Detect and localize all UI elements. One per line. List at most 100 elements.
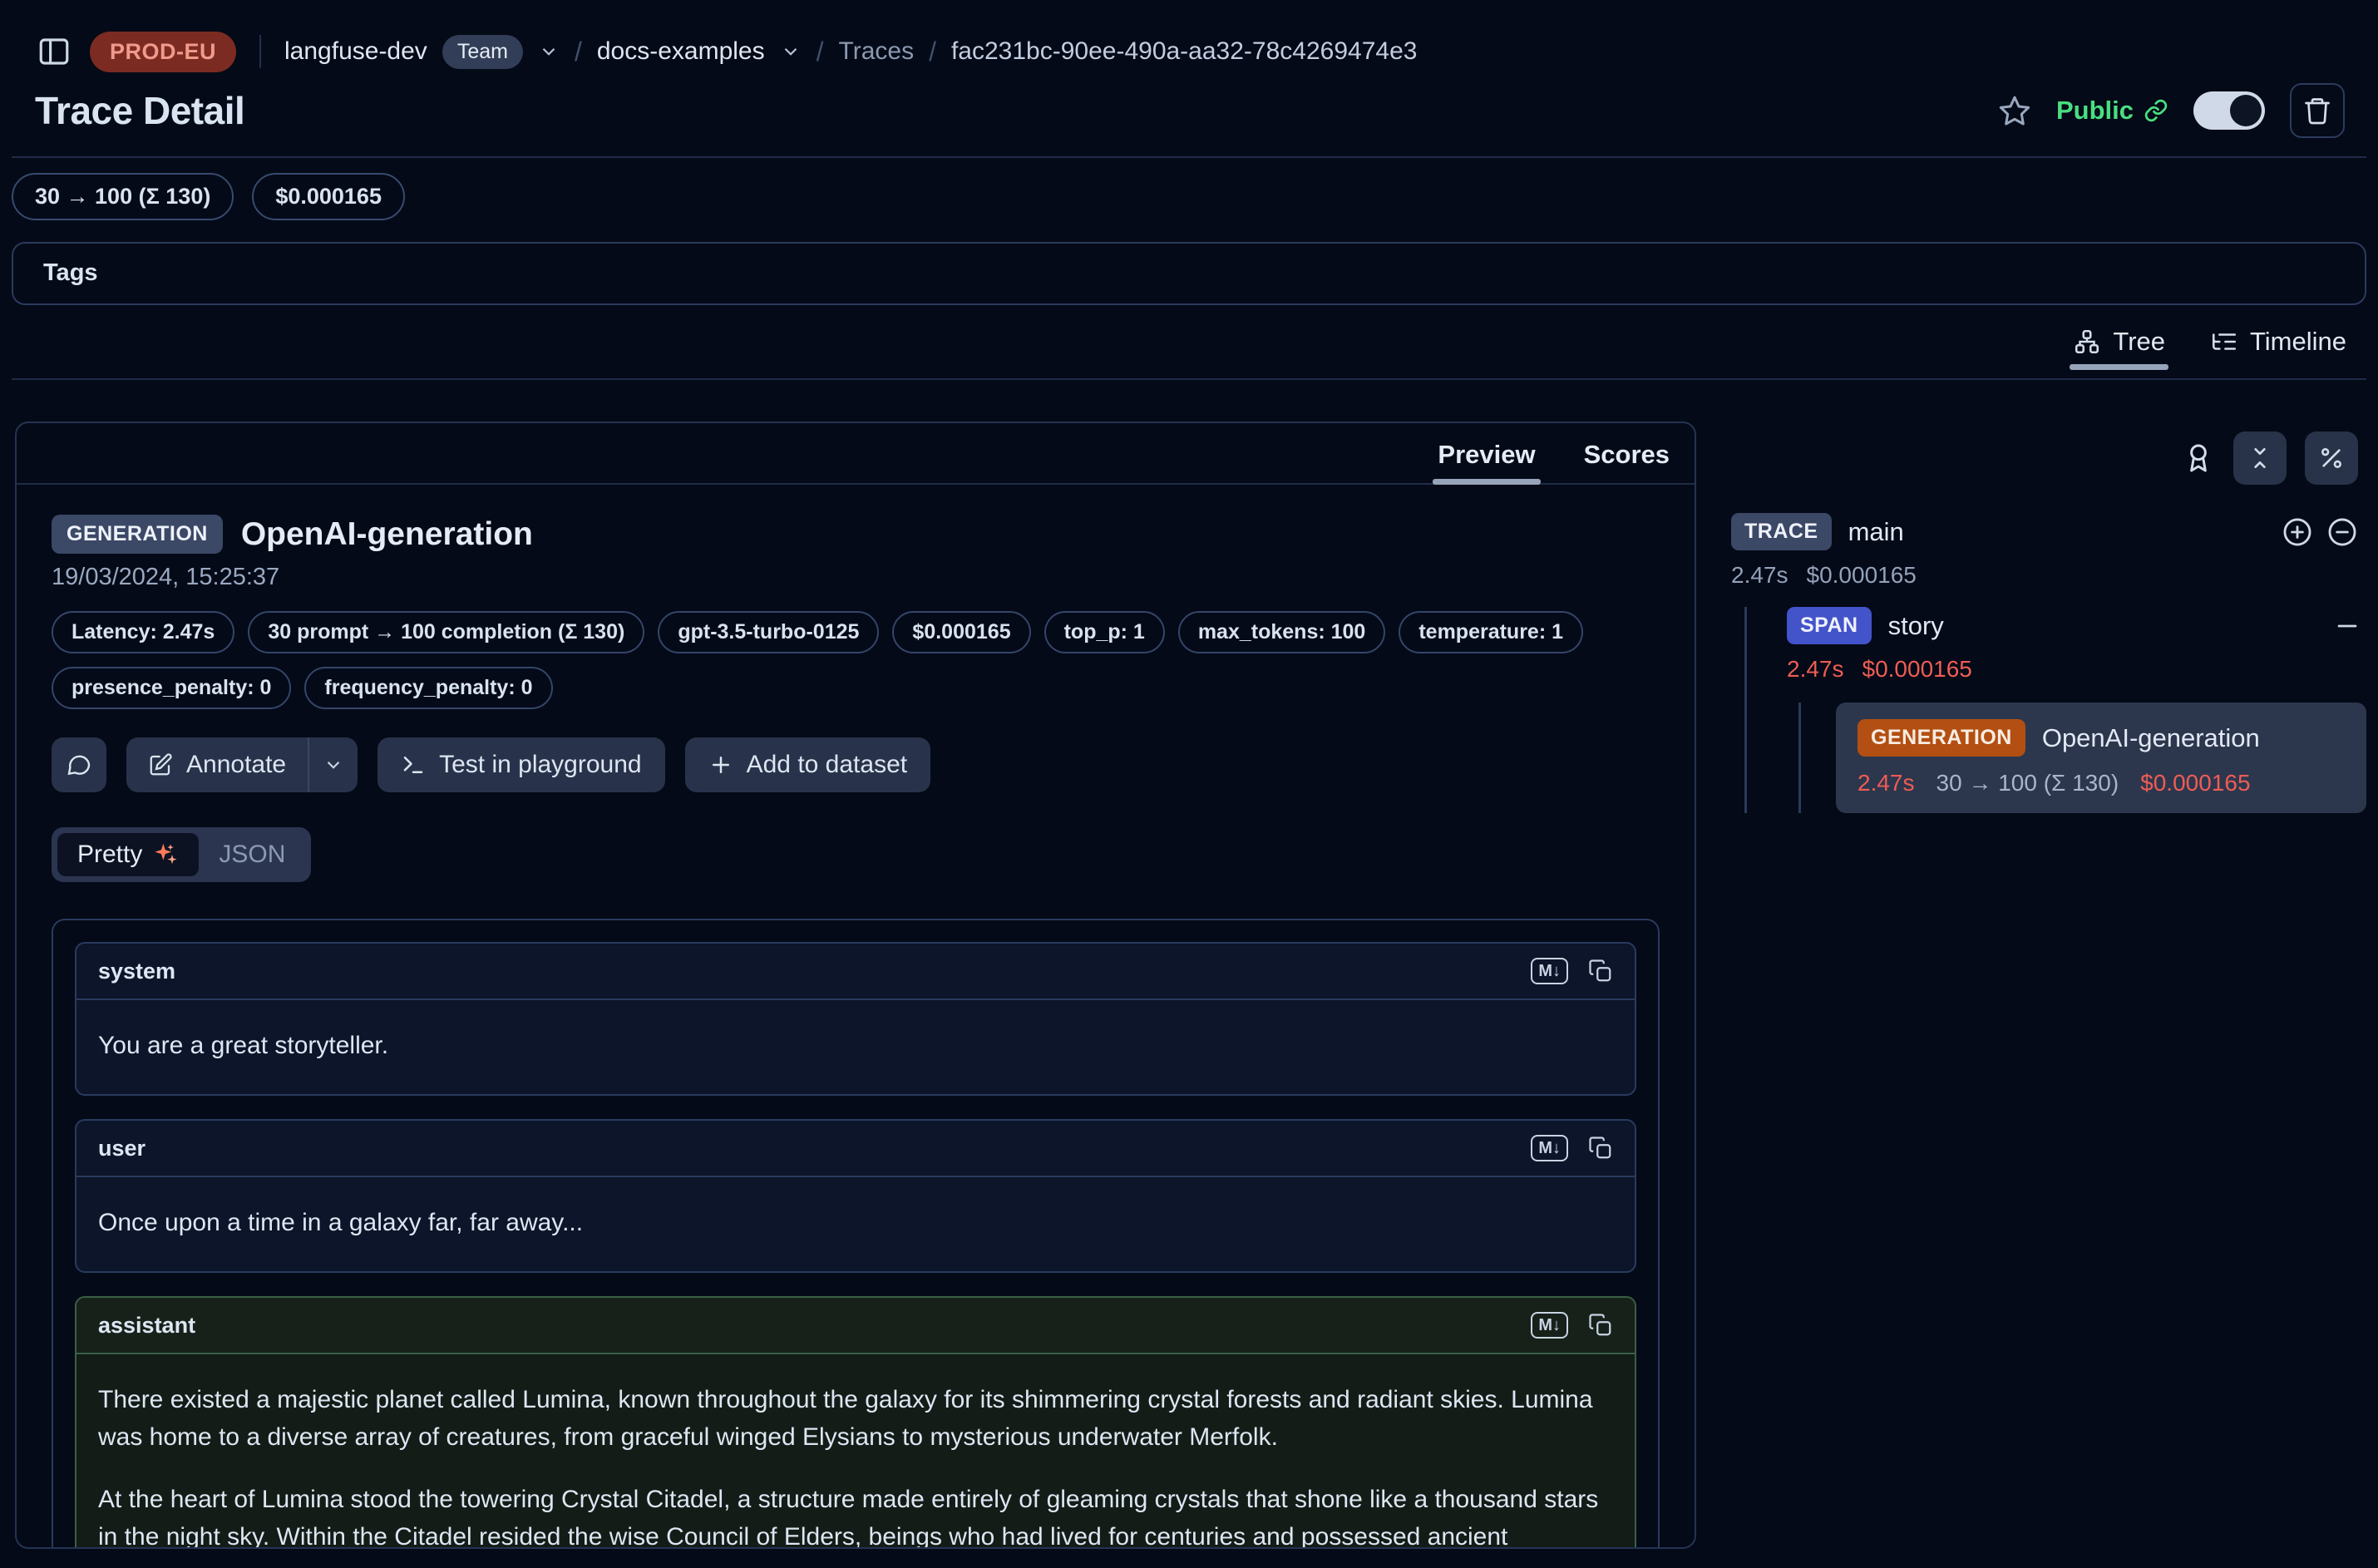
breadcrumb-org[interactable]: langfuse-dev bbox=[284, 37, 427, 66]
tab-scores[interactable]: Scores bbox=[1584, 440, 1670, 483]
generation-badge: GENERATION bbox=[1858, 719, 2025, 757]
timeline-icon bbox=[2210, 328, 2238, 356]
message-paragraph: There existed a majestic planet called L… bbox=[98, 1381, 1613, 1456]
delete-trace-button[interactable] bbox=[2290, 83, 2345, 138]
tab-tree[interactable]: Tree bbox=[2073, 327, 2165, 367]
bookmark-star-button[interactable] bbox=[1998, 94, 2031, 127]
format-pretty-segment[interactable]: Pretty bbox=[57, 833, 199, 876]
public-toggle-switch[interactable] bbox=[2193, 91, 2265, 130]
annotate-button[interactable]: Annotate bbox=[126, 737, 308, 792]
star-icon bbox=[1998, 94, 2031, 127]
terminal-icon bbox=[401, 752, 426, 777]
span-name: story bbox=[1888, 611, 1944, 641]
breadcrumb-trace-id: fac231bc-90ee-490a-aa32-78c4269474e3 bbox=[951, 37, 1417, 66]
chevron-down-icon[interactable] bbox=[780, 41, 802, 62]
collapse-node-button[interactable] bbox=[2333, 612, 2366, 640]
message-content: Once upon a time in a galaxy far, far aw… bbox=[76, 1177, 1635, 1271]
token-usage-badge: 30 → 100 (Σ 130) bbox=[12, 173, 234, 220]
trace-children: SPAN story 2.47s $0.000165 GENERATION bbox=[1744, 607, 2366, 813]
observation-title: OpenAI-generation bbox=[241, 516, 533, 553]
metrics-percent-button[interactable] bbox=[2305, 431, 2358, 485]
max-tokens-badge: max_tokens: 100 bbox=[1178, 611, 1386, 653]
scores-award-button[interactable] bbox=[2182, 441, 2215, 475]
comment-icon bbox=[66, 752, 92, 778]
message-role: user bbox=[98, 1136, 146, 1161]
presence-penalty-badge: presence_penalty: 0 bbox=[52, 667, 291, 709]
span-latency: 2.47s bbox=[1787, 656, 1844, 683]
chevron-down-icon[interactable] bbox=[538, 41, 560, 62]
public-link-button[interactable]: Public bbox=[2056, 96, 2168, 126]
message-tools: M↓ bbox=[1531, 1135, 1613, 1161]
test-in-playground-button[interactable]: Test in playground bbox=[377, 737, 665, 792]
pretty-label: Pretty bbox=[77, 841, 142, 869]
span-metrics: 2.47s $0.000165 bbox=[1787, 656, 2366, 683]
collapse-all-button[interactable] bbox=[2233, 431, 2287, 485]
generation-row: GENERATION OpenAI-generation bbox=[1858, 719, 2345, 757]
percent-icon bbox=[2318, 445, 2345, 471]
trace-tree-panel: TRACE main 2.47s $0.000165 SPAN story bbox=[1731, 422, 2366, 813]
message-user: user M↓ Once upon a time in a galaxy far… bbox=[75, 1119, 1636, 1273]
breadcrumb-separator-bar bbox=[259, 35, 261, 68]
message-content: There existed a majestic planet called L… bbox=[76, 1354, 1635, 1549]
tab-timeline[interactable]: Timeline bbox=[2210, 327, 2346, 367]
breadcrumb-traces[interactable]: Traces bbox=[839, 37, 915, 66]
breadcrumb-slash: / bbox=[817, 37, 824, 67]
tree-node-trace[interactable]: TRACE main bbox=[1731, 513, 2366, 550]
markdown-toggle-icon[interactable]: M↓ bbox=[1531, 958, 1568, 984]
tab-preview[interactable]: Preview bbox=[1438, 440, 1535, 483]
top-bar: PROD-EU langfuse-dev Team / docs-example… bbox=[0, 0, 2378, 80]
cost-badge: $0.000165 bbox=[252, 173, 405, 220]
markdown-toggle-icon[interactable]: M↓ bbox=[1531, 1312, 1568, 1339]
circle-minus-icon[interactable] bbox=[2326, 516, 2358, 548]
observation-type-badge: GENERATION bbox=[52, 515, 223, 554]
message-header: assistant M↓ bbox=[76, 1298, 1635, 1354]
environment-badge[interactable]: PROD-EU bbox=[90, 32, 236, 72]
observation-actions: Annotate Test in playground Add to data bbox=[52, 737, 1660, 792]
markdown-toggle-icon[interactable]: M↓ bbox=[1531, 1135, 1568, 1161]
message-content: You are a great storyteller. bbox=[76, 1000, 1635, 1094]
model-badge: gpt-3.5-turbo-0125 bbox=[658, 611, 879, 653]
edit-icon bbox=[148, 752, 173, 777]
observation-body: GENERATION OpenAI-generation 19/03/2024,… bbox=[17, 485, 1695, 1549]
format-json-segment[interactable]: JSON bbox=[199, 833, 305, 876]
circle-plus-icon[interactable] bbox=[2282, 516, 2313, 548]
link-icon bbox=[2144, 98, 2168, 123]
tree-zoom-controls bbox=[2282, 516, 2366, 548]
trace-metrics: 2.47s $0.000165 bbox=[1731, 562, 2366, 589]
cost-badge: $0.000165 bbox=[892, 611, 1030, 653]
message-system: system M↓ You are a great storyteller. bbox=[75, 942, 1636, 1096]
trace-badge: TRACE bbox=[1731, 513, 1832, 550]
trace-latency: 2.47s bbox=[1731, 562, 1788, 589]
message-role: system bbox=[98, 959, 175, 984]
message-paragraph: At the heart of Lumina stood the towerin… bbox=[98, 1481, 1613, 1549]
temperature-badge: temperature: 1 bbox=[1399, 611, 1583, 653]
message-paragraph: Once upon a time in a galaxy far, far aw… bbox=[98, 1204, 1613, 1241]
messages-container: system M↓ You are a great storyteller. bbox=[52, 919, 1660, 1549]
message-tools: M↓ bbox=[1531, 1312, 1613, 1339]
chevron-down-icon bbox=[323, 754, 344, 776]
tags-field[interactable]: Tags bbox=[12, 242, 2366, 305]
annotate-dropdown-button[interactable] bbox=[309, 737, 358, 792]
tab-timeline-label: Timeline bbox=[2250, 327, 2346, 357]
tree-icon bbox=[2073, 328, 2101, 356]
top-p-badge: top_p: 1 bbox=[1044, 611, 1165, 653]
award-icon bbox=[2182, 441, 2215, 475]
minus-icon bbox=[2333, 612, 2361, 640]
tree-node-generation-selected[interactable]: GENERATION OpenAI-generation 2.47s 30 → … bbox=[1836, 703, 2366, 813]
sidebar-toggle-button[interactable] bbox=[37, 34, 72, 69]
copy-icon[interactable] bbox=[1588, 1136, 1613, 1161]
token-breakdown-badge: 30 prompt → 100 completion (Σ 130) bbox=[248, 611, 644, 653]
panel-left-icon bbox=[37, 34, 72, 69]
main-content: Preview Scores GENERATION OpenAI-generat… bbox=[0, 380, 2378, 1549]
tree-node-span[interactable]: SPAN story bbox=[1787, 607, 2366, 644]
trace-name: main bbox=[1848, 517, 1904, 547]
add-to-dataset-button[interactable]: Add to dataset bbox=[685, 737, 930, 792]
annotate-label: Annotate bbox=[186, 751, 286, 779]
copy-icon[interactable] bbox=[1588, 1313, 1613, 1338]
view-tabs: Tree Timeline bbox=[12, 305, 2366, 380]
copy-icon[interactable] bbox=[1588, 959, 1613, 984]
generation-name: OpenAI-generation bbox=[2042, 723, 2260, 753]
breadcrumb-project[interactable]: docs-examples bbox=[597, 37, 765, 66]
comments-button[interactable] bbox=[52, 737, 106, 792]
annotate-split-button: Annotate bbox=[126, 737, 358, 792]
